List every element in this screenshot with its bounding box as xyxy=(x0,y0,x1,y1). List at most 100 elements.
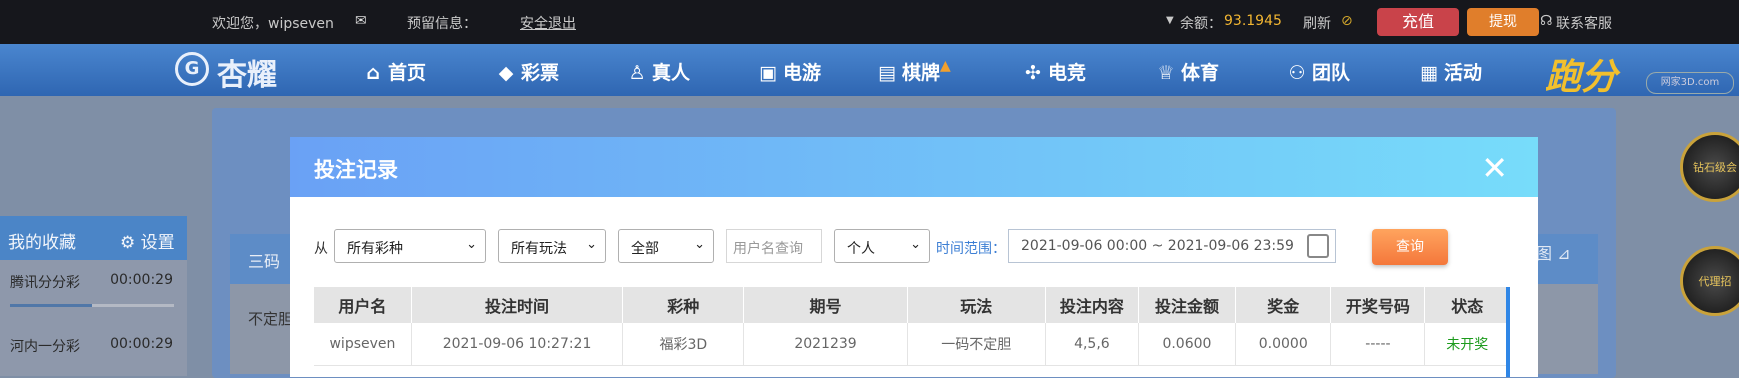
person-icon: ♙ xyxy=(628,62,646,84)
score-logo[interactable]: 跑分 xyxy=(1545,48,1617,100)
chevron-down-icon: ⌄ xyxy=(694,237,705,252)
balance-label: 余额： xyxy=(1180,16,1222,32)
agent-badge-label: 代理招 xyxy=(1698,275,1732,288)
trophy-icon: ♕ xyxy=(1157,62,1175,84)
cell-bet-amount: 0.0600 xyxy=(1138,323,1237,366)
ticket-icon: ◆ xyxy=(498,62,514,84)
cell-status: 未开奖 xyxy=(1424,323,1510,366)
lottery-select[interactable]: 所有彩种 ⌄ xyxy=(334,229,486,263)
favorite-item-countdown: 00:00:29 xyxy=(110,272,173,288)
lottery-select-value: 所有彩种 xyxy=(347,241,403,257)
nav-sports[interactable]: ♕ 体育 xyxy=(1155,58,1219,85)
headset-icon[interactable]: ☊ xyxy=(1540,13,1552,29)
bet-record-modal: 投注记录 ✕ 从 所有彩种 ⌄ 所有玩法 ⌄ 全部 ⌄ 用户名查询 个人 ⌄ 时间范围：… xyxy=(290,137,1538,377)
chevron-down-icon[interactable]: ▼ xyxy=(1166,15,1174,26)
column-header: 投注时间 xyxy=(411,287,624,323)
chevron-down-icon: ⌄ xyxy=(586,237,597,252)
agent-badge[interactable]: 代理招 xyxy=(1680,246,1739,316)
nav-label: 首页 xyxy=(388,62,427,84)
nav-esports[interactable]: ✣ 电竞 xyxy=(1022,58,1086,85)
top-bar: 欢迎您，wipseven ✉ 预留信息： 安全退出 ▼ 余额： 93.1945 … xyxy=(0,0,1739,44)
nav-activity[interactable]: ▦ 活动 xyxy=(1418,58,1482,85)
reserve-info-label: 预留信息： xyxy=(407,16,477,32)
bet-record-table: 用户名 投注时间 彩种 期号 玩法 投注内容 投注金额 奖金 开奖号码 状态 w… xyxy=(314,287,1510,366)
main-nav: G 杏耀 ⌂ 首页 ◆ 彩票 ♙ 真人 ▣ 电游 ▤ 棋牌▲ ✣ 电竞 ♕ 体育 ⚇ 团队 ▦ 活… xyxy=(0,44,1739,98)
favorite-item-progress-fill xyxy=(10,304,92,307)
column-header: 期号 xyxy=(743,287,908,323)
nav-label: 彩票 xyxy=(521,62,560,84)
gift-icon: ▦ xyxy=(1420,62,1438,84)
refresh-label[interactable]: 刷新 xyxy=(1303,13,1331,33)
table-scrollbar[interactable] xyxy=(1506,287,1510,377)
settings-link[interactable]: ⚙ 设置 xyxy=(120,228,175,253)
nav-slots[interactable]: ▣ 电游 xyxy=(757,58,821,85)
support-link[interactable]: 联系客服 xyxy=(1556,13,1612,33)
logo[interactable]: G 杏耀 xyxy=(175,50,305,93)
mail-icon[interactable]: ✉ xyxy=(355,13,367,29)
nav-label: 棋牌 xyxy=(902,62,941,84)
calendar-icon xyxy=(1307,234,1329,258)
logout-link[interactable]: 安全退出 xyxy=(520,13,576,33)
cell-bet-time: 2021-09-06 10:27:21 xyxy=(411,323,624,366)
column-header: 彩种 xyxy=(622,287,745,323)
filter-bar: 从 所有彩种 ⌄ 所有玩法 ⌄ 全部 ⌄ 用户名查询 个人 ⌄ 时间范围： 2021-0… xyxy=(314,229,1514,265)
vip-badge-label: 钻石级会 xyxy=(1693,161,1737,174)
nav-label: 活动 xyxy=(1444,62,1483,84)
favorite-item-progress xyxy=(10,304,174,307)
background-row-text: 不定胆 xyxy=(248,310,294,328)
status-select-value: 全部 xyxy=(631,241,659,257)
table-row[interactable]: wipseven 2021-09-06 10:27:21 福彩3D 202123… xyxy=(314,323,1510,366)
vip-badge[interactable]: 钻石级会 xyxy=(1680,132,1739,202)
nav-lottery[interactable]: ◆ 彩票 xyxy=(495,58,559,85)
date-range-input[interactable]: 2021-09-06 00:00 ~ 2021-09-06 23:59 xyxy=(1008,229,1336,263)
play-select[interactable]: 所有玩法 ⌄ xyxy=(498,229,606,263)
welcome-text: 欢迎您，wipseven xyxy=(212,16,334,32)
from-label: 从 xyxy=(314,241,328,257)
favorite-item-name[interactable]: 腾讯分分彩 xyxy=(10,272,80,292)
cell-lottery: 福彩3D xyxy=(622,323,745,366)
gamepad-icon: ✣ xyxy=(1025,62,1041,84)
nav-label: 电游 xyxy=(783,62,822,84)
nav-label: 电竞 xyxy=(1048,62,1087,84)
scope-select-value: 个人 xyxy=(847,241,875,257)
nav-team[interactable]: ⚇ 团队 xyxy=(1286,58,1350,85)
hot-triangle-icon: ▲ xyxy=(940,58,951,74)
slot-icon: ▣ xyxy=(759,62,777,84)
column-header: 奖金 xyxy=(1235,287,1332,323)
nav-label: 团队 xyxy=(1312,62,1351,84)
nav-live[interactable]: ♙ 真人 xyxy=(626,58,690,85)
status-select[interactable]: 全部 ⌄ xyxy=(618,229,714,263)
play-select-value: 所有玩法 xyxy=(511,241,567,257)
favorites-header: 我的收藏 ⚙ 设置 xyxy=(0,216,187,260)
modal-title: 投注记录 xyxy=(314,158,398,182)
watermark: 网家3D.com xyxy=(1646,72,1734,94)
favorites-title: 我的收藏 xyxy=(8,233,76,253)
cell-issue: 2021239 xyxy=(743,323,908,366)
column-header: 开奖号码 xyxy=(1330,287,1426,323)
cell-username: wipseven xyxy=(314,323,412,366)
settings-label: 设置 xyxy=(140,233,175,253)
username-input[interactable]: 用户名查询 xyxy=(726,229,822,263)
cell-bet-content: 4,5,6 xyxy=(1045,323,1139,366)
time-range-label: 时间范围： xyxy=(936,241,1006,257)
favorite-item-name[interactable]: 河内一分彩 xyxy=(10,336,80,356)
chevron-down-icon: ⌄ xyxy=(910,237,921,252)
scope-select[interactable]: 个人 ⌄ xyxy=(834,229,930,263)
column-header: 用户名 xyxy=(314,287,412,323)
nav-cards[interactable]: ▤ 棋牌▲ xyxy=(876,58,951,85)
column-header: 玩法 xyxy=(907,287,1046,323)
nav-label: 体育 xyxy=(1181,62,1220,84)
favorites-panel: 我的收藏 ⚙ 设置 腾讯分分彩 00:00:29 河内一分彩 00:00:29 xyxy=(0,216,187,376)
balance-value: 93.1945 xyxy=(1224,13,1282,29)
withdraw-button[interactable]: 提现 xyxy=(1467,8,1539,36)
column-header: 状态 xyxy=(1424,287,1510,323)
date-range-value: 2021-09-06 00:00 ~ 2021-09-06 23:59 xyxy=(1021,238,1294,254)
nav-home[interactable]: ⌂ 首页 xyxy=(362,58,426,85)
cell-prize: 0.0000 xyxy=(1235,323,1332,366)
background-chart-link: 图 ⊿ xyxy=(1536,244,1571,263)
cell-play: 一码不定胆 xyxy=(907,323,1046,366)
query-button[interactable]: 查询 xyxy=(1372,229,1448,265)
recharge-button[interactable]: 充值 xyxy=(1377,8,1459,36)
close-icon[interactable]: ✕ xyxy=(1481,149,1508,187)
eye-off-icon[interactable]: ⊘ xyxy=(1341,13,1353,29)
